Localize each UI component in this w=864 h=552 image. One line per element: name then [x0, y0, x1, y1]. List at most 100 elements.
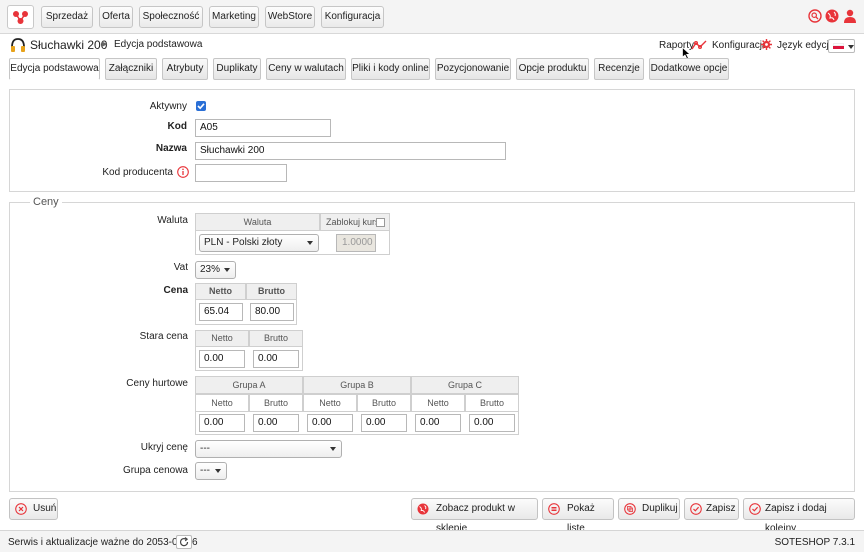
globe-icon[interactable]: [825, 9, 839, 23]
currency-col-header: Waluta: [195, 213, 320, 231]
manufacturer-code-label: Kod producenta: [102, 167, 173, 178]
group-a-header: Grupa A: [195, 376, 303, 394]
tab-edycja-podstawowa[interactable]: Edycja podstawowa: [9, 58, 100, 80]
group-c-gross-header: Brutto: [465, 394, 519, 412]
group-a-gross-header: Brutto: [249, 394, 303, 412]
prices-legend: Ceny: [30, 196, 62, 208]
price-gross-header: Brutto: [246, 283, 297, 300]
page-title: Słuchawki 200: [30, 38, 108, 52]
nav-marketing[interactable]: Marketing: [209, 6, 259, 28]
old-price-net-header: Netto: [195, 330, 249, 347]
tab-dodatkowe-opcje[interactable]: Dodatkowe opcje: [649, 58, 729, 80]
price-group-label: Grupa cenowa: [122, 465, 188, 476]
chevron-down-icon: [848, 45, 854, 49]
hide-price-select[interactable]: ---: [195, 440, 342, 458]
nav-spolecznosc[interactable]: Społeczność: [139, 6, 203, 28]
group-c-gross-input[interactable]: 0.00: [469, 414, 515, 432]
group-b-gross-header: Brutto: [357, 394, 411, 412]
group-b-header: Grupa B: [303, 376, 411, 394]
tab-atrybuty[interactable]: Atrybuty: [162, 58, 208, 80]
group-b-net-input[interactable]: 0.00: [307, 414, 353, 432]
currency-select-value: PLN - Polski złoty: [204, 237, 283, 248]
view-in-shop-button[interactable]: Zobacz produkt w sklepie: [411, 498, 538, 534]
checkmark-icon: [690, 503, 702, 515]
tab-recenzje[interactable]: Recenzje: [594, 58, 644, 80]
nav-konfiguracja[interactable]: Konfiguracja: [321, 6, 384, 28]
old-price-gross-input[interactable]: 0.00: [253, 350, 299, 368]
license-status: Serwis i aktualizacje ważne do 2053-08-2…: [8, 537, 198, 548]
refresh-icon: [179, 537, 189, 547]
group-b-net-header: Netto: [303, 394, 357, 412]
lock-rate-checkbox[interactable]: [376, 218, 385, 227]
price-gross-input[interactable]: 80.00: [250, 303, 294, 321]
vat-select[interactable]: 23%: [195, 261, 236, 279]
currency-select[interactable]: PLN - Polski złoty: [199, 234, 319, 252]
nav-oferta[interactable]: Oferta: [99, 6, 133, 28]
tab-pliki-i-kody[interactable]: Pliki i kody online: [351, 58, 430, 80]
hide-price-label: Ukryj cenę: [140, 442, 188, 453]
vat-select-value: 23%: [200, 264, 221, 275]
group-c-header: Grupa C: [411, 376, 519, 394]
group-b-gross-input[interactable]: 0.00: [361, 414, 407, 432]
duplicate-icon: [624, 503, 636, 515]
tab-zalaczniki[interactable]: Załączniki: [105, 58, 157, 80]
group-c-net-input[interactable]: 0.00: [415, 414, 461, 432]
info-icon[interactable]: [177, 166, 189, 178]
checkmark-icon: [197, 103, 205, 110]
refresh-button[interactable]: [176, 535, 192, 549]
old-price-net-input[interactable]: 0.00: [199, 350, 245, 368]
group-a-gross-input[interactable]: 0.00: [253, 414, 299, 432]
logo-button[interactable]: [7, 5, 34, 29]
price-group-select[interactable]: ---: [195, 462, 227, 480]
currency-label: Waluta: [157, 215, 188, 226]
manufacturer-code-input[interactable]: [195, 164, 287, 182]
group-a-net-header: Netto: [195, 394, 249, 412]
breadcrumb-arrow-icon: ▶: [102, 41, 108, 48]
show-list-button[interactable]: Pokaż listę: [542, 498, 614, 534]
delete-button[interactable]: Usuń: [9, 498, 58, 520]
language-label: Język edycji: [777, 40, 831, 51]
save-and-add-button[interactable]: Zapisz i dodaj kolejny: [743, 498, 855, 534]
wholesale-label: Ceny hurtowe: [126, 378, 188, 389]
price-net-header: Netto: [195, 283, 246, 300]
nav-sprzedaz[interactable]: Sprzedaż: [41, 6, 93, 28]
list-icon: [548, 503, 560, 515]
tab-opcje-produktu[interactable]: Opcje produktu: [516, 58, 589, 80]
top-navigation-bar: Sprzedaż Oferta Społeczność Marketing We…: [0, 0, 864, 34]
logo-icon: [13, 11, 28, 24]
name-input[interactable]: Słuchawki 200: [195, 142, 506, 160]
status-bar: Serwis i aktualizacje ważne do 2053-08-2…: [0, 530, 864, 552]
save-button[interactable]: Zapisz: [684, 498, 739, 520]
code-input[interactable]: A05: [195, 119, 331, 137]
price-label: Cena: [163, 285, 188, 296]
price-net-input[interactable]: 65.04: [199, 303, 243, 321]
checkmark-icon: [749, 503, 761, 515]
tab-ceny-w-walutach[interactable]: Ceny w walutach: [266, 58, 346, 80]
hide-price-value: ---: [200, 443, 210, 454]
code-label: Kod: [167, 121, 187, 132]
chevron-down-icon: [215, 469, 221, 473]
vat-label: Vat: [173, 262, 188, 273]
active-label: Aktywny: [149, 101, 187, 112]
duplicate-button[interactable]: Duplikuj: [618, 498, 680, 520]
old-price-label: Stara cena: [139, 331, 188, 342]
delete-icon: [15, 503, 27, 515]
user-icon[interactable]: [843, 9, 857, 23]
globe-icon: [417, 503, 429, 515]
language-select[interactable]: [828, 39, 855, 53]
chevron-down-icon: [224, 268, 230, 272]
old-price-gross-header: Brutto: [249, 330, 303, 347]
active-checkbox[interactable]: [196, 101, 206, 111]
breadcrumb: Edycja podstawowa: [114, 39, 203, 50]
search-icon[interactable]: [808, 9, 822, 23]
nav-webstore[interactable]: WebStore: [265, 6, 315, 28]
group-a-net-input[interactable]: 0.00: [199, 414, 245, 432]
gear-icon[interactable]: [761, 39, 772, 50]
rate-input: 1.0000: [336, 234, 376, 252]
chevron-down-icon: [307, 241, 313, 245]
tab-duplikaty[interactable]: Duplikaty: [213, 58, 261, 80]
tab-pozycjonowanie[interactable]: Pozycjonowanie: [435, 58, 511, 80]
chart-icon[interactable]: [691, 39, 707, 51]
config-link[interactable]: Konfiguracja: [712, 40, 768, 51]
version-label: SOTESHOP 7.3.1: [774, 537, 855, 548]
